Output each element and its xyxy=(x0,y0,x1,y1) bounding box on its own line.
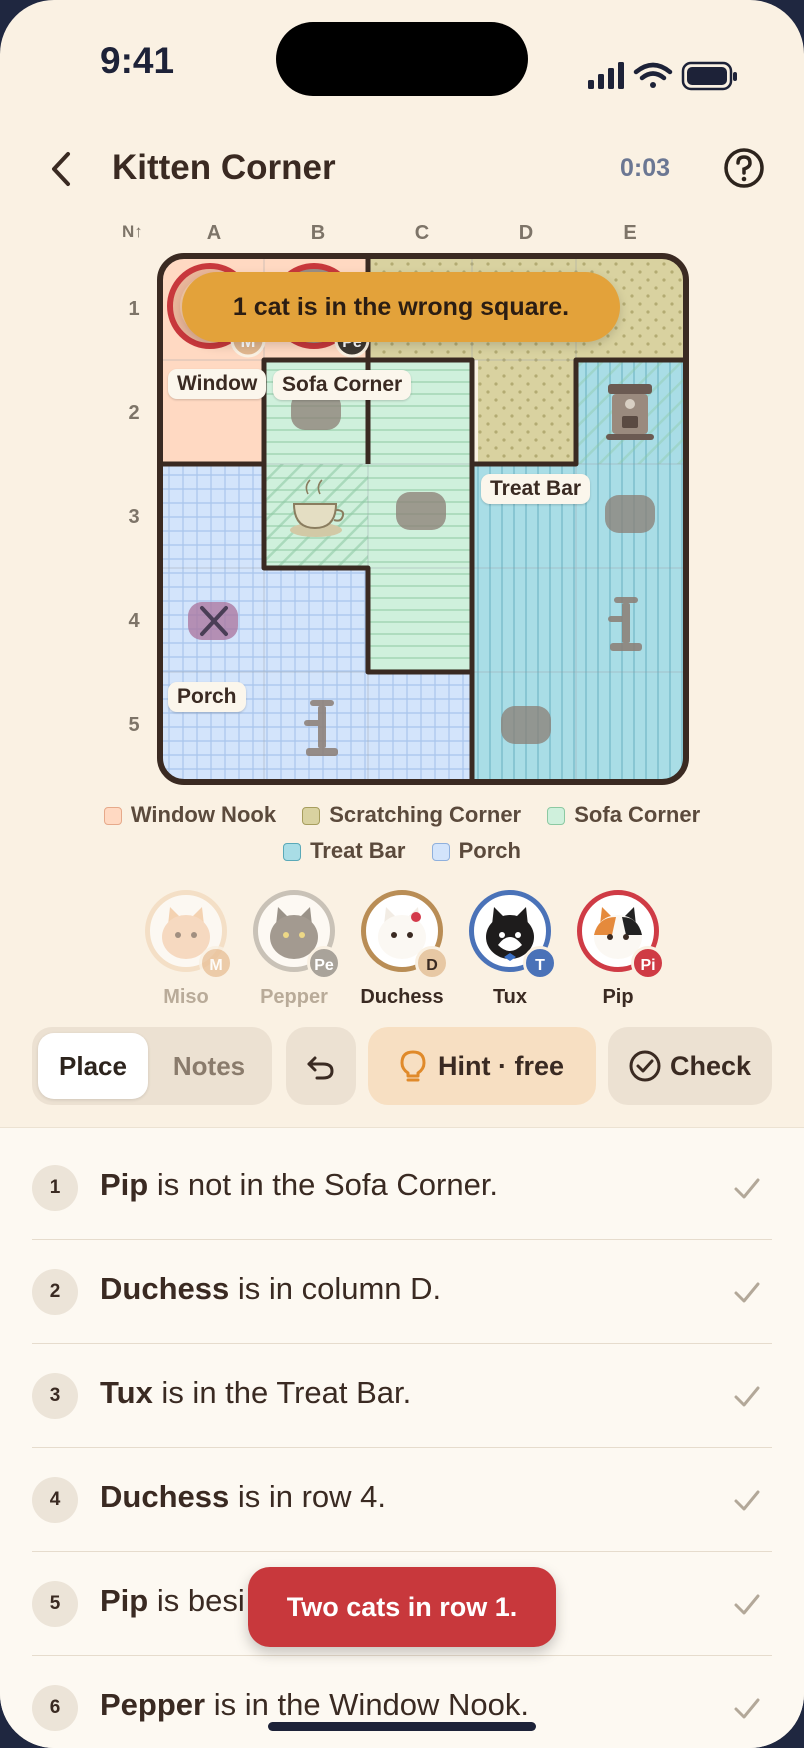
wifi-icon xyxy=(633,62,673,88)
game-timer: 0:03 xyxy=(620,154,671,182)
row-label: 2 xyxy=(128,402,140,424)
clue-row[interactable]: 2 Duchess is in column D. xyxy=(32,1239,772,1344)
dynamic-island xyxy=(276,22,528,96)
cat-name: Miso xyxy=(163,986,209,1008)
clue-row[interactable]: 3 Tux is in the Treat Bar. xyxy=(32,1343,772,1448)
place-mode-tab[interactable]: Place xyxy=(38,1033,148,1099)
status-time: 9:41 xyxy=(100,40,175,81)
column-label: D xyxy=(518,222,534,244)
error-toast: Two cats in row 1. xyxy=(248,1567,556,1647)
cellular-signal-icon xyxy=(588,62,624,89)
legend-row-1: Window Nook Scratching Corner Sofa Corne… xyxy=(0,802,804,828)
help-icon[interactable] xyxy=(722,146,766,190)
mode-segmented-control: Place Notes xyxy=(32,1027,272,1105)
clue-text: Duchess is in column D. xyxy=(100,1271,442,1306)
row-label: 1 xyxy=(128,298,140,320)
clue-text: Tux is in the Treat Bar. xyxy=(100,1375,412,1410)
checkmark-icon xyxy=(734,1594,760,1615)
check-button[interactable]: Check xyxy=(608,1027,772,1105)
compass-north: N↑ xyxy=(122,222,143,241)
check-label: Check xyxy=(670,1051,752,1081)
legend-item: Window Nook xyxy=(103,802,276,828)
cat-badge: T xyxy=(523,946,557,980)
clue-number: 3 xyxy=(32,1373,78,1419)
region-tag-window: Window xyxy=(168,369,267,399)
wrong-square-toast: 1 cat is in the wrong square. xyxy=(182,272,620,342)
battery-icon xyxy=(681,61,737,91)
hint-button[interactable]: Hint · free xyxy=(368,1027,596,1105)
clue-text: Pepper is in the Window Nook. xyxy=(100,1687,530,1722)
checkmark-icon xyxy=(734,1386,760,1407)
row-label: 4 xyxy=(128,610,140,632)
clue-row[interactable]: 4 Duchess is in row 4. xyxy=(32,1447,772,1552)
clue-number: 2 xyxy=(32,1269,78,1315)
region-tag-porch: Porch xyxy=(168,682,246,712)
row-label: 3 xyxy=(128,506,140,528)
status-icons xyxy=(588,61,737,91)
undo-icon xyxy=(307,1056,334,1080)
clue-row[interactable]: 6 Pepper is in the Window Nook. xyxy=(32,1655,772,1748)
legend-item: Scratching Corner xyxy=(302,802,521,828)
clue-number: 4 xyxy=(32,1477,78,1523)
undo-button[interactable] xyxy=(286,1027,356,1105)
cat-badge: D xyxy=(415,946,449,980)
cat-badge: Pe xyxy=(307,946,341,980)
clue-text: Duchess is in row 4. xyxy=(100,1479,387,1514)
clue-number: 6 xyxy=(32,1685,78,1731)
cat-badge: M xyxy=(199,946,233,980)
clue-number: 1 xyxy=(32,1165,78,1211)
clue-text: Pip is besi xyxy=(100,1583,245,1618)
coffee-machine-icon xyxy=(606,384,654,440)
legend-item: Sofa Corner xyxy=(547,802,700,828)
page-title: Kitten Corner xyxy=(112,148,336,187)
legend-row-2: Treat Bar Porch xyxy=(0,838,804,864)
back-chevron-icon[interactable] xyxy=(40,146,86,192)
checkmark-icon xyxy=(734,1698,760,1719)
column-label: E xyxy=(623,222,637,244)
home-indicator xyxy=(268,1722,536,1731)
cat-name: Duchess xyxy=(360,986,444,1008)
checkmark-icon xyxy=(734,1490,760,1511)
cat-badge: Pi xyxy=(631,946,665,980)
lightbulb-icon xyxy=(400,1050,426,1082)
region-tag-treat-bar: Treat Bar xyxy=(481,474,591,504)
checkmark-icon xyxy=(734,1178,760,1199)
cat-name: Pip xyxy=(602,986,634,1008)
column-label: B xyxy=(310,222,326,244)
clue-row[interactable]: 1 Pip is not in the Sofa Corner. xyxy=(32,1135,772,1240)
phone-screen: 9:41 Kitten Corner 0:03 N↑ A B C D E 1 2… xyxy=(0,0,804,1748)
check-circle-icon xyxy=(629,1050,661,1082)
cat-name: Pepper xyxy=(260,986,328,1008)
clue-text: Pip is not in the Sofa Corner. xyxy=(100,1167,499,1202)
column-label: A xyxy=(206,222,222,244)
clue-number: 5 xyxy=(32,1581,78,1627)
legend-item: Treat Bar xyxy=(283,838,405,864)
cat-name: Tux xyxy=(492,986,528,1008)
hint-label: Hint · free xyxy=(438,1051,565,1081)
column-label: C xyxy=(414,222,430,244)
notes-mode-tab[interactable]: Notes xyxy=(154,1033,264,1099)
checkmark-icon xyxy=(734,1282,760,1303)
row-label: 5 xyxy=(128,714,140,736)
region-tag-sofa-corner: Sofa Corner xyxy=(273,370,412,400)
legend-item: Porch xyxy=(431,838,521,864)
